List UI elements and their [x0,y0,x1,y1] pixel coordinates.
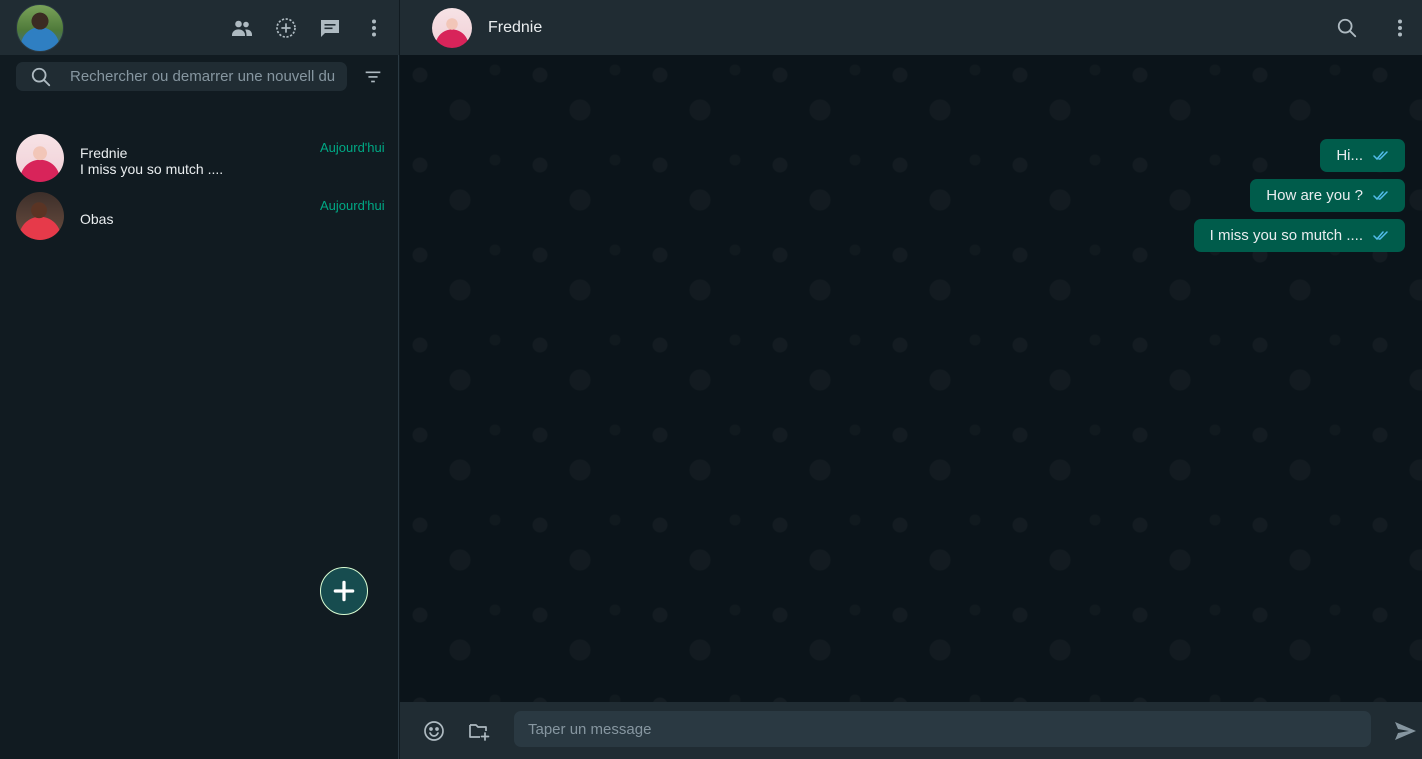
message-text: I miss you so mutch .... [1209,227,1363,244]
chat-time: Aujourd'hui [320,140,385,155]
avatar [16,134,64,182]
community-icon[interactable] [230,16,254,40]
search-input[interactable] [70,62,344,91]
sidebar-header [0,0,399,55]
my-profile-avatar[interactable] [16,4,64,52]
contact-avatar[interactable] [432,8,472,48]
chat-name: Obas [80,211,114,227]
conversation-header: Frednie [400,0,1422,55]
emoji-icon[interactable] [422,719,446,743]
message-bubble[interactable]: How are you ? [1250,179,1405,212]
search-bar [16,62,347,91]
send-icon[interactable] [1393,719,1417,743]
status-icon[interactable] [274,16,298,40]
chat-name: Frednie [80,145,128,161]
chat-item-frednie[interactable]: Frednie I miss you so mutch .... Aujourd… [0,129,399,187]
chat-time: Aujourd'hui [320,198,385,213]
double-check-icon [1373,230,1389,241]
sidebar: Frednie I miss you so mutch .... Aujourd… [0,0,399,759]
menu-icon[interactable] [362,16,386,40]
conversation-panel: Frednie Hi... How are you ? I miss you s… [400,0,1422,759]
message-bubble[interactable]: Hi... [1320,139,1405,172]
message-text: How are you ? [1266,187,1363,204]
avatar [16,192,64,240]
new-chat-icon[interactable] [318,16,342,40]
chat-preview: I miss you so mutch .... [80,161,224,177]
message-composer [400,702,1422,759]
menu-icon[interactable] [1388,16,1412,40]
new-conversation-button[interactable] [320,567,368,615]
search-icon[interactable] [1336,17,1358,39]
message-bubble[interactable]: I miss you so mutch .... [1193,219,1405,252]
plus-icon [333,580,355,602]
double-check-icon [1373,150,1389,161]
filter-icon[interactable] [362,66,384,88]
message-input[interactable] [514,711,1371,747]
messages-area[interactable]: Hi... How are you ? I miss you so mutch … [400,55,1422,702]
double-check-icon [1373,190,1389,201]
attach-folder-icon[interactable] [467,719,491,743]
chat-item-obas[interactable]: Obas Aujourd'hui [0,187,399,245]
app-window: Frednie I miss you so mutch .... Aujourd… [0,0,1422,759]
search-icon [30,66,52,88]
contact-name[interactable]: Frednie [488,19,542,37]
message-text: Hi... [1336,147,1363,164]
